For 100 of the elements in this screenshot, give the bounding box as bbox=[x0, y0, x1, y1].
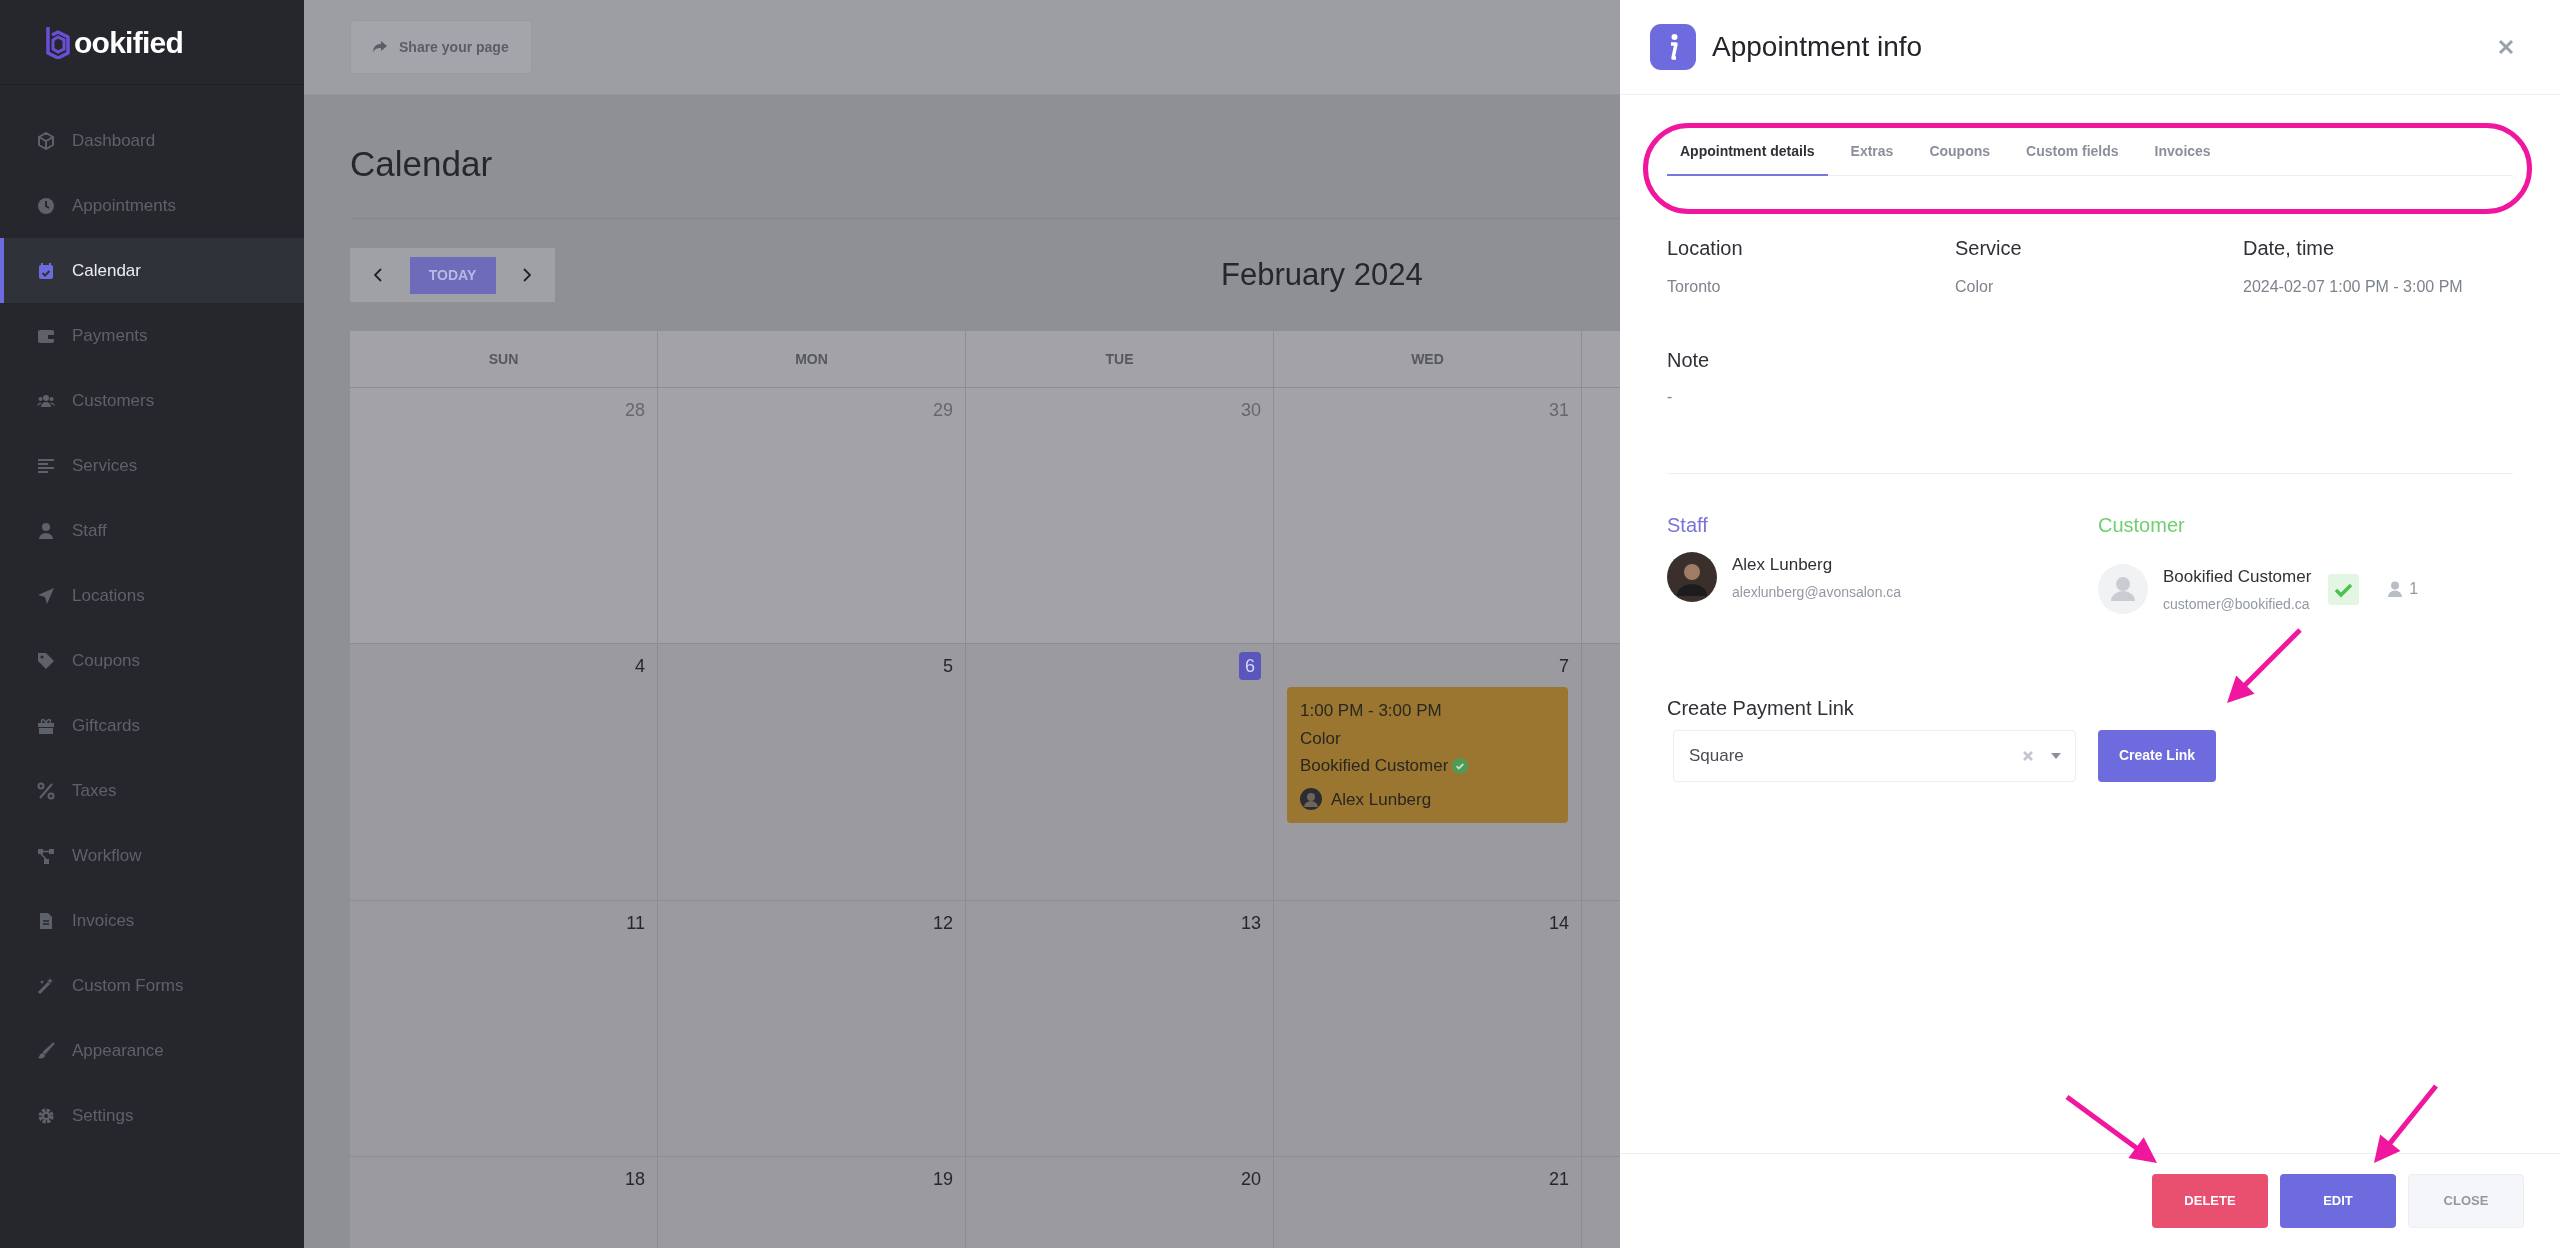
tab[interactable]: Coupons bbox=[1916, 137, 2004, 176]
avatar-silhouette-icon bbox=[1667, 552, 1717, 603]
user-icon bbox=[37, 521, 55, 540]
customer-name: Bookified Customer bbox=[2163, 566, 2312, 588]
weekday-header: SUN bbox=[350, 331, 658, 387]
event-staff: Alex Lunberg bbox=[1331, 788, 1432, 811]
staff-heading: Staff bbox=[1667, 513, 1709, 538]
edit-button[interactable]: EDIT bbox=[2280, 1174, 2396, 1228]
day-number: 12 bbox=[932, 912, 953, 935]
sidebar-item[interactable]: Dashboard bbox=[0, 108, 304, 173]
day-cell[interactable]: 29 bbox=[658, 387, 966, 643]
event-service: Color bbox=[1300, 727, 1342, 750]
day-cell[interactable]: 21 bbox=[1274, 1156, 1582, 1248]
day-cell[interactable]: 11 bbox=[350, 900, 658, 1156]
field-value: Color bbox=[1955, 277, 1995, 297]
field-label: Location bbox=[1667, 236, 1744, 261]
appointment-event[interactable]: 1:00 PM - 3:00 PM Color Bookified Customer Alex Lunberg bbox=[1287, 687, 1568, 823]
clear-icon bbox=[2023, 750, 2033, 761]
sidebar-item[interactable]: Custom Forms bbox=[0, 953, 304, 1018]
month-title: February 2024 bbox=[1221, 255, 1423, 294]
clock-icon bbox=[37, 196, 55, 215]
tab[interactable]: Appointment details bbox=[1667, 137, 1828, 176]
sidebar-item[interactable]: Taxes bbox=[0, 758, 304, 823]
location-arrow-icon bbox=[37, 586, 55, 605]
day-cell[interactable]: 14 bbox=[1274, 900, 1582, 1156]
customer-email: customer@bookified.ca bbox=[2163, 594, 2311, 614]
sidebar-item[interactable]: Payments bbox=[0, 303, 304, 368]
weekday-header: WED bbox=[1274, 331, 1582, 387]
sidebar-item[interactable]: Services bbox=[0, 433, 304, 498]
day-cell[interactable]: 13 bbox=[966, 900, 1274, 1156]
day-number: 14 bbox=[1548, 912, 1569, 935]
delete-button[interactable]: DELETE bbox=[2152, 1174, 2268, 1228]
event-time: 1:00 PM - 3:00 PM bbox=[1300, 700, 1443, 722]
person-icon bbox=[2388, 581, 2403, 598]
sidebar-item[interactable]: Workflow bbox=[0, 823, 304, 888]
event-customer: Bookified Customer bbox=[1300, 755, 1449, 777]
sidebar-item[interactable]: Customers bbox=[0, 368, 304, 433]
day-cell[interactable]: 6 bbox=[966, 643, 1274, 900]
tab[interactable]: Custom fields bbox=[2013, 137, 2132, 176]
day-cell[interactable]: 30 bbox=[966, 387, 1274, 643]
payment-provider-select[interactable]: Square bbox=[1673, 729, 2076, 782]
day-cell[interactable]: 12 bbox=[658, 900, 966, 1156]
day-cell[interactable]: 19 bbox=[658, 1156, 966, 1248]
day-cell[interactable]: 5 bbox=[658, 643, 966, 900]
cube-icon bbox=[37, 131, 55, 150]
staff-name: Alex Lunberg bbox=[1732, 554, 1834, 576]
sidebar-item[interactable]: Giftcards bbox=[0, 693, 304, 758]
staff-email: alexlunberg@avonsalon.ca bbox=[1732, 582, 1902, 602]
day-number: 5 bbox=[943, 655, 953, 678]
tab[interactable]: Extras bbox=[1837, 137, 1907, 176]
today-button[interactable]: TODAY bbox=[409, 256, 496, 294]
day-number: 6 bbox=[1239, 652, 1261, 680]
sidebar-item[interactable]: Appointments bbox=[0, 173, 304, 238]
customer-heading: Customer bbox=[2098, 513, 2186, 538]
close-button[interactable]: CLOSE bbox=[2408, 1174, 2524, 1228]
lines-icon bbox=[37, 456, 55, 475]
tab[interactable]: Invoices bbox=[2141, 137, 2224, 176]
gift-icon bbox=[37, 716, 55, 735]
day-number: 29 bbox=[932, 399, 953, 422]
field-label: Date, time bbox=[2243, 236, 2336, 261]
day-number: 11 bbox=[626, 912, 645, 935]
day-number: 18 bbox=[624, 1168, 645, 1191]
people-count: 1 bbox=[2409, 579, 2419, 600]
share-button[interactable]: Share your page bbox=[350, 20, 532, 74]
chevron-left-icon bbox=[374, 268, 382, 282]
field-value: - bbox=[1667, 387, 1674, 407]
day-cell[interactable]: 28 bbox=[350, 387, 658, 643]
percent-icon bbox=[37, 781, 55, 800]
calendar-icon bbox=[37, 261, 55, 280]
day-cell[interactable]: 20 bbox=[966, 1156, 1274, 1248]
field-label: Service bbox=[1955, 236, 2023, 261]
chevron-right-icon bbox=[523, 268, 531, 282]
close-icon bbox=[2498, 39, 2514, 55]
weekday-header: TUE bbox=[966, 331, 1274, 387]
close-button[interactable] bbox=[2496, 37, 2516, 57]
sidebar-item[interactable]: Appearance bbox=[0, 1018, 304, 1083]
select-value: Square bbox=[1689, 744, 1744, 767]
workflow-icon bbox=[37, 846, 55, 865]
sidebar-item[interactable]: Locations bbox=[0, 563, 304, 628]
share-arrow-icon bbox=[373, 41, 387, 53]
logo-text: ookified bbox=[74, 24, 183, 61]
avatar-silhouette-icon bbox=[2098, 564, 2148, 615]
sidebar-item[interactable]: Staff bbox=[0, 498, 304, 563]
weekday-header: MON bbox=[658, 331, 966, 387]
day-cell[interactable]: 4 bbox=[350, 643, 658, 900]
tag-icon bbox=[37, 651, 55, 670]
gear-icon bbox=[37, 1106, 55, 1125]
create-link-button[interactable]: Create Link bbox=[2098, 729, 2216, 782]
day-number: 20 bbox=[1240, 1168, 1261, 1191]
panel-title: Appointment info bbox=[1712, 30, 1923, 64]
logo-icon bbox=[44, 25, 72, 59]
sidebar-item[interactable]: Invoices bbox=[0, 888, 304, 953]
sidebar-item[interactable]: Calendar bbox=[0, 238, 304, 303]
day-cell[interactable]: 18 bbox=[350, 1156, 658, 1248]
day-cell[interactable]: 7 1:00 PM - 3:00 PM Color Bookified Customer Alex Lunberg bbox=[1274, 643, 1582, 900]
sidebar-item[interactable]: Settings bbox=[0, 1083, 304, 1148]
sidebar-item[interactable]: Coupons bbox=[0, 628, 304, 693]
day-cell[interactable]: 31 bbox=[1274, 387, 1582, 643]
day-number: 31 bbox=[1548, 399, 1569, 422]
day-number: 30 bbox=[1240, 399, 1261, 422]
